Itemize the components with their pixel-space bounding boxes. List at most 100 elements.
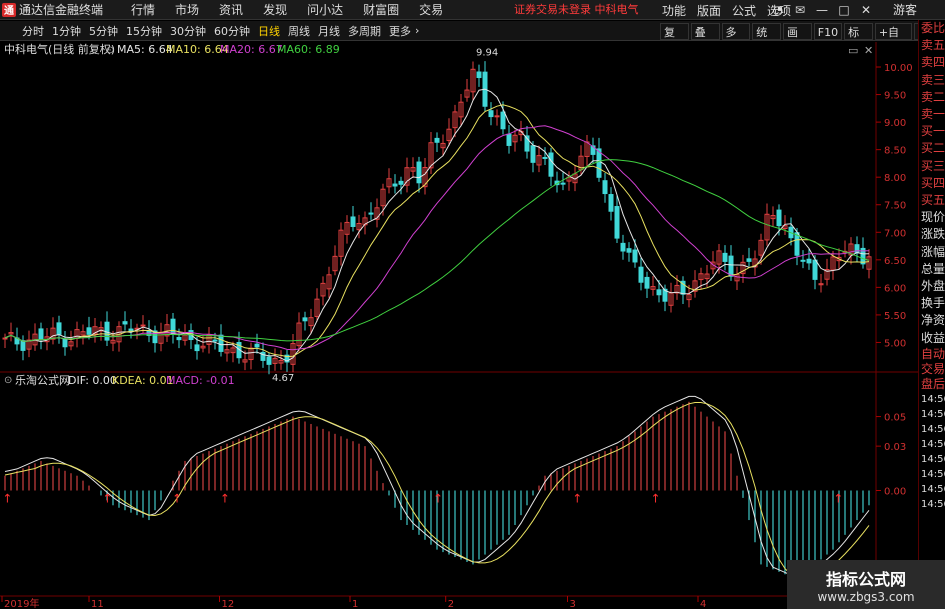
menu-function[interactable]: 功能 bbox=[662, 2, 686, 19]
watermark-title: 指标公式网 bbox=[825, 570, 906, 589]
side-panel-item[interactable]: 买五 bbox=[919, 192, 945, 209]
close-icon[interactable]: ✕ bbox=[855, 3, 877, 17]
macd-legend: MACD: -0.01 bbox=[166, 374, 235, 387]
tool-draw[interactable]: 画线 bbox=[783, 22, 812, 56]
date-tick-label: 2019年 bbox=[4, 597, 39, 609]
minimize-icon[interactable]: — bbox=[811, 3, 833, 17]
side-panel-item[interactable]: 卖三 bbox=[919, 72, 945, 89]
macd-tick-label: 0.03 bbox=[884, 442, 906, 453]
side-panel-item[interactable]: 卖五 bbox=[919, 37, 945, 54]
dif-legend: DIF: 0.00 bbox=[68, 374, 117, 387]
candle-body bbox=[656, 289, 662, 296]
side-panel-item[interactable]: 涨幅 bbox=[919, 244, 945, 261]
buy-arrow-icon: ↑ bbox=[572, 492, 582, 506]
candle-body bbox=[488, 110, 494, 118]
buy-arrow-icon: ↑ bbox=[651, 492, 661, 506]
tool-mark[interactable]: 标记 bbox=[844, 22, 873, 56]
side-panel-item[interactable]: 现价 bbox=[919, 209, 945, 226]
side-panel-item[interactable]: 买一 bbox=[919, 123, 945, 140]
menu-trade[interactable]: 交易 bbox=[409, 0, 453, 20]
tool-add-watch[interactable]: +自选 bbox=[874, 22, 913, 56]
indicator-label: 乐淘公式网 bbox=[15, 374, 70, 387]
high-price-label: 9.94 bbox=[476, 48, 498, 59]
ma20-legend: MA20: 6.67 bbox=[220, 43, 283, 56]
watermark-url: www.zbgs3.com bbox=[817, 590, 915, 604]
price-tick-label: 6.50 bbox=[884, 256, 906, 267]
candle-body bbox=[632, 249, 638, 263]
side-panel-item[interactable]: 净资 bbox=[919, 312, 945, 329]
side-panel-item[interactable]: 外盘 bbox=[919, 278, 945, 295]
period-intraday[interactable]: 分时 bbox=[18, 23, 48, 39]
tool-multi-stock[interactable]: 多股 bbox=[721, 22, 751, 56]
maximize-icon[interactable]: □ bbox=[833, 3, 855, 17]
candle-body bbox=[62, 338, 68, 348]
date-tick-label: 11 bbox=[91, 599, 104, 609]
menu-quotes[interactable]: 行情 bbox=[121, 0, 165, 20]
tool-overlay[interactable]: 叠加 bbox=[690, 22, 720, 56]
side-panel-item[interactable]: 收益 bbox=[919, 330, 945, 347]
legend-toggle-icon[interactable]: ⊙ bbox=[106, 45, 114, 56]
price-tick-label: 5.50 bbox=[884, 311, 906, 322]
candle-body bbox=[500, 111, 506, 130]
side-panel-item[interactable]: 涨跌 bbox=[919, 226, 945, 243]
side-panel-item[interactable]: 买三 bbox=[919, 158, 945, 175]
menu-news[interactable]: 资讯 bbox=[209, 0, 253, 20]
candle-body bbox=[38, 328, 44, 341]
side-panel-item[interactable]: 自动 bbox=[919, 347, 945, 362]
period-15min[interactable]: 15分钟 bbox=[122, 23, 166, 39]
candle-body bbox=[722, 252, 728, 262]
chart-minimize-icon[interactable]: ▭ bbox=[848, 44, 858, 57]
tool-adjust[interactable]: 复权 bbox=[660, 22, 689, 56]
kline-chart[interactable]: 中科电气(日线 前复权) ⊙ MA5: 6.64 MA10: 6.64 MA20… bbox=[0, 42, 918, 609]
side-panel-item[interactable]: 交易 bbox=[919, 362, 945, 377]
menu-layout[interactable]: 版面 bbox=[697, 2, 721, 19]
candle-body bbox=[434, 137, 440, 143]
side-panel-item[interactable]: 卖四 bbox=[919, 54, 945, 71]
period-weekly[interactable]: 周线 bbox=[284, 23, 314, 39]
side-panel-item[interactable]: 换手 bbox=[919, 295, 945, 312]
tool-f10[interactable]: F10 bbox=[813, 22, 843, 40]
menu-market[interactable]: 市场 bbox=[165, 0, 209, 20]
tool-stats[interactable]: 统计 bbox=[752, 22, 781, 56]
side-panel-item[interactable]: 买二 bbox=[919, 140, 945, 157]
side-panel-item[interactable]: 委比 bbox=[919, 20, 945, 37]
period-1min[interactable]: 1分钟 bbox=[48, 23, 85, 39]
side-panel-item[interactable]: 盘后 bbox=[919, 377, 945, 392]
mail-icon[interactable]: ✉ bbox=[789, 3, 811, 17]
side-panel-time: 14:56 bbox=[921, 408, 945, 420]
chart-close-icon[interactable]: ✕ bbox=[864, 44, 873, 57]
guest-label[interactable]: 游客 bbox=[893, 0, 917, 20]
price-tick-label: 8.50 bbox=[884, 146, 906, 157]
side-panel-item[interactable]: 卖一 bbox=[919, 106, 945, 123]
period-30min[interactable]: 30分钟 bbox=[166, 23, 210, 39]
sub-legend-toggle-icon[interactable]: ⊙ bbox=[4, 375, 12, 386]
period-monthly[interactable]: 月线 bbox=[314, 23, 344, 39]
menu-wealth[interactable]: 财富圈 bbox=[353, 0, 409, 20]
low-price-label: 4.67 bbox=[272, 373, 294, 384]
side-panel-item[interactable]: 总量 bbox=[919, 261, 945, 278]
candle-body bbox=[350, 216, 356, 227]
date-tick-label: 2 bbox=[448, 599, 454, 609]
help-icon[interactable]: ◔ bbox=[767, 3, 789, 17]
stock-label: 中科电气(日线 前复权) bbox=[4, 42, 115, 56]
period-5min[interactable]: 5分钟 bbox=[85, 23, 122, 39]
trade-notice[interactable]: 证券交易未登录 中科电气 bbox=[514, 0, 639, 20]
side-panel-time: 14:56 bbox=[921, 498, 945, 510]
side-panel-item[interactable]: 卖二 bbox=[919, 89, 945, 106]
more-chevron-icon[interactable]: › bbox=[415, 24, 419, 37]
candle-body bbox=[416, 161, 422, 184]
candle-body bbox=[398, 180, 404, 185]
side-panel-item[interactable]: 买四 bbox=[919, 175, 945, 192]
period-daily[interactable]: 日线 bbox=[254, 23, 284, 39]
period-more[interactable]: 更多 bbox=[385, 23, 415, 39]
side-panel-time: 14:56 bbox=[921, 468, 945, 480]
period-multi[interactable]: 多周期 bbox=[344, 23, 385, 39]
date-tick-label: 1 bbox=[352, 599, 358, 609]
period-60min[interactable]: 60分钟 bbox=[210, 23, 254, 39]
app-window: 通 通达信金融终端 行情 市场 资讯 发现 问小达 财富圈 交易 证券交易未登录… bbox=[0, 0, 945, 609]
menu-discover[interactable]: 发现 bbox=[253, 0, 297, 20]
price-tick-label: 6.00 bbox=[884, 283, 906, 294]
menu-ask[interactable]: 问小达 bbox=[297, 0, 353, 20]
menu-formula[interactable]: 公式 bbox=[732, 2, 756, 19]
period-toolbar: 分时 1分钟 5分钟 15分钟 30分钟 60分钟 日线 周线 月线 多周期 更… bbox=[0, 21, 945, 56]
